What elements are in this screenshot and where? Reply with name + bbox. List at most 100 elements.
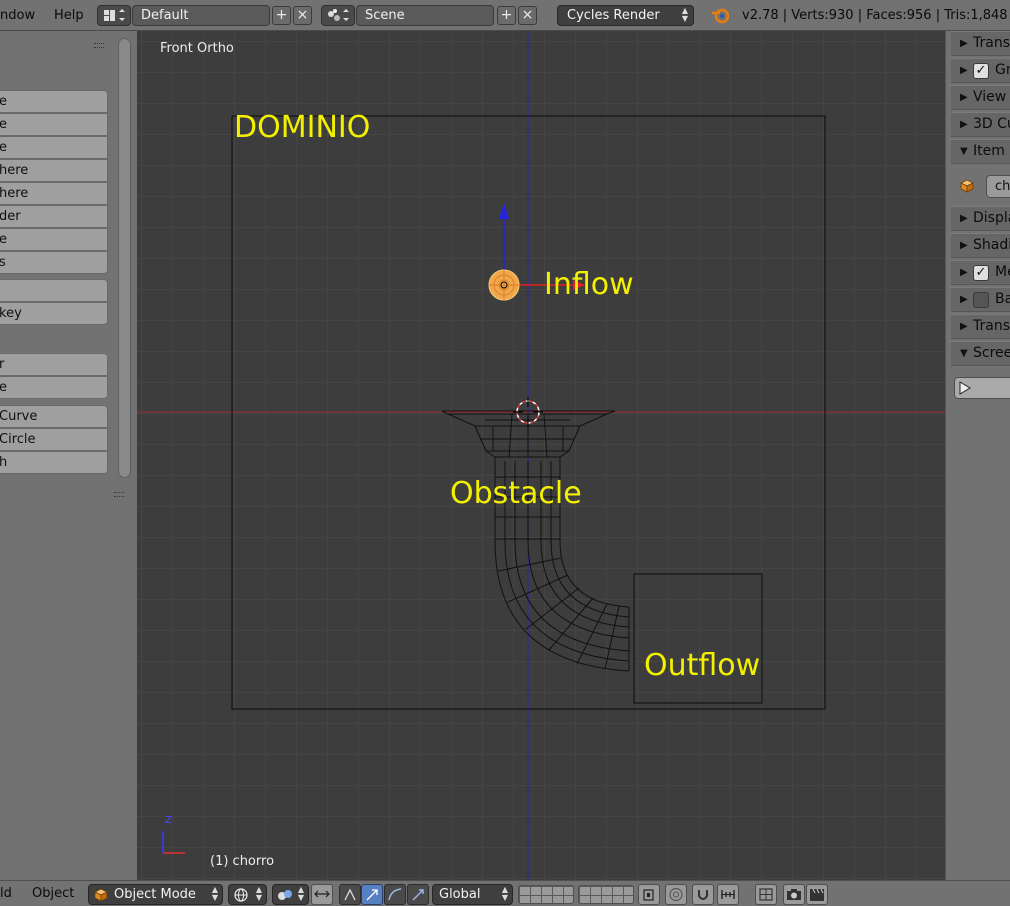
panel-transform-orientations[interactable]: ▶ Transf	[951, 314, 1010, 339]
triangle-down-icon: ▼	[960, 146, 968, 157]
mode-select[interactable]: Object Mode ▲ ▼	[88, 884, 223, 905]
triangle-right-icon: ▶	[960, 267, 968, 278]
transform-orientation-select[interactable]: Global ▲ ▼	[432, 884, 513, 905]
3d-viewport[interactable]: Z Front Ortho (1) chorro DOMINIO Inflow …	[137, 31, 945, 880]
wireframe-sphere-icon	[234, 888, 248, 902]
checkbox-checked-icon[interactable]: ✓	[973, 63, 989, 79]
transform-manipulator-button[interactable]	[407, 884, 429, 905]
toolshelf-scrollbar[interactable]	[118, 38, 131, 478]
object-mode-cube-icon	[94, 888, 108, 902]
add-screen-button[interactable]: +	[272, 6, 291, 25]
manipulator-toggle-button[interactable]	[311, 884, 333, 905]
pivot-point-select[interactable]: ▲ ▼	[272, 884, 309, 905]
translate-manipulator-button[interactable]	[339, 884, 361, 905]
add-mesh-button[interactable]: here	[0, 159, 108, 182]
add-mesh-button[interactable]: h	[0, 451, 108, 474]
menu-window[interactable]: ndow	[0, 0, 35, 31]
object-name-field[interactable]: ch	[986, 175, 1010, 198]
updown-arrows-icon: ▲ ▼	[501, 885, 508, 902]
panel-motion-tracking[interactable]: ▶ ✓ Me	[951, 260, 1010, 285]
panel-transform[interactable]: ▶ Transf	[951, 31, 1010, 56]
snap-element-button[interactable]	[717, 884, 739, 905]
updown-arrows-icon: ▲ ▼	[255, 885, 262, 902]
triangle-right-icon: ▶	[960, 240, 968, 251]
add-mesh-button[interactable]: e	[0, 136, 108, 159]
checkbox-checked-icon[interactable]: ✓	[973, 265, 989, 281]
add-mesh-button[interactable]: s	[0, 251, 108, 274]
panel-display[interactable]: ▶ Displa	[951, 206, 1010, 231]
triangle-right-icon: ▶	[960, 92, 968, 103]
snap-grid-icon	[759, 888, 773, 901]
scene-objects-icon	[328, 9, 349, 21]
obstacle-mesh	[441, 410, 630, 672]
delete-screen-button[interactable]: ×	[293, 6, 312, 25]
menu-add[interactable]: ld	[0, 881, 12, 906]
panel-label: Transf	[973, 318, 1010, 334]
scale-manipulator-button[interactable]	[384, 884, 406, 905]
panel-label: 3D Cu	[973, 116, 1010, 132]
panel-shading[interactable]: ▶ Shadi	[951, 233, 1010, 258]
triangle-right-icon: ▶	[960, 38, 968, 49]
proportional-editing-button[interactable]	[665, 884, 687, 905]
panel-grease-pencil[interactable]: ▶ ✓ Gr	[951, 58, 1010, 83]
panel-grip-icon[interactable]	[94, 43, 104, 48]
annotation-inflow: Inflow	[544, 267, 634, 302]
triangle-right-icon: ▶	[960, 294, 968, 305]
scene-icon[interactable]	[321, 5, 355, 26]
panel-item[interactable]: ▼ Item	[951, 139, 1010, 164]
scene-field[interactable]: Scene	[356, 5, 494, 26]
add-mesh-button[interactable]: r	[0, 353, 108, 376]
panel-3d-cursor[interactable]: ▶ 3D Cu	[951, 112, 1010, 137]
panel-grip-icon[interactable]	[114, 492, 124, 497]
panel-background-images[interactable]: ▶ Ba	[951, 287, 1010, 312]
opengl-animation-button[interactable]	[806, 884, 828, 905]
panel-screencast[interactable]: ▼ Scree	[951, 341, 1010, 366]
rotate-manipulator-button[interactable]	[361, 884, 383, 905]
manipulator-z-arrowhead	[499, 203, 509, 219]
plus-icon: +	[500, 7, 513, 23]
menu-object[interactable]: Object	[32, 881, 74, 906]
lock-camera-button[interactable]	[638, 884, 660, 905]
active-object-name: (1) chorro	[210, 854, 275, 869]
viewport-shading-select[interactable]: ▲ ▼	[228, 884, 267, 905]
add-mesh-button[interactable]: e	[0, 376, 108, 399]
snap-increment-icon	[721, 890, 735, 899]
proportional-circle-icon	[669, 887, 683, 902]
add-mesh-button[interactable]: e	[0, 228, 108, 251]
triangle-right-icon: ▶	[960, 213, 968, 224]
panel-view[interactable]: ▶ View	[951, 85, 1010, 110]
panel-label: Item	[973, 143, 1005, 159]
object-cube-icon	[960, 179, 974, 193]
updown-arrows-icon: ▲ ▼	[211, 885, 218, 902]
add-mesh-button[interactable]: e	[0, 113, 108, 136]
camera-icon	[787, 889, 801, 900]
delete-scene-button[interactable]: ×	[518, 6, 537, 25]
layers-group-a[interactable]	[518, 885, 574, 904]
panel-label: Scree	[973, 345, 1010, 361]
add-mesh-button[interactable]	[0, 279, 108, 302]
screen-layout-field[interactable]: Default	[132, 5, 270, 26]
start-screencast-button[interactable]	[954, 377, 1010, 399]
snap-toggle-button[interactable]	[692, 884, 714, 905]
opengl-render-button[interactable]	[783, 884, 805, 905]
add-mesh-button[interactable]: key	[0, 302, 108, 325]
panel-label: Transf	[973, 35, 1010, 51]
snap-target-button[interactable]	[755, 884, 777, 905]
layers-group-b[interactable]	[578, 885, 634, 904]
plus-icon: +	[275, 7, 288, 23]
close-icon: ×	[296, 7, 309, 23]
add-mesh-button[interactable]: here	[0, 182, 108, 205]
layout-grid-icon	[104, 9, 125, 21]
add-curve-button[interactable]: Curve	[0, 405, 108, 428]
add-mesh-button[interactable]: der	[0, 205, 108, 228]
magnet-icon	[698, 890, 708, 900]
render-engine-select[interactable]: Cycles Render ▲ ▼	[557, 5, 694, 26]
add-mesh-button[interactable]: e	[0, 90, 108, 113]
checkbox-unchecked-icon[interactable]	[973, 292, 989, 308]
manipulator-icon	[314, 890, 330, 898]
add-circle-button[interactable]: Circle	[0, 428, 108, 451]
add-scene-button[interactable]: +	[497, 6, 516, 25]
screen-layout-icon[interactable]	[97, 5, 131, 26]
panel-label: View	[973, 89, 1007, 105]
menu-help[interactable]: Help	[54, 0, 84, 31]
